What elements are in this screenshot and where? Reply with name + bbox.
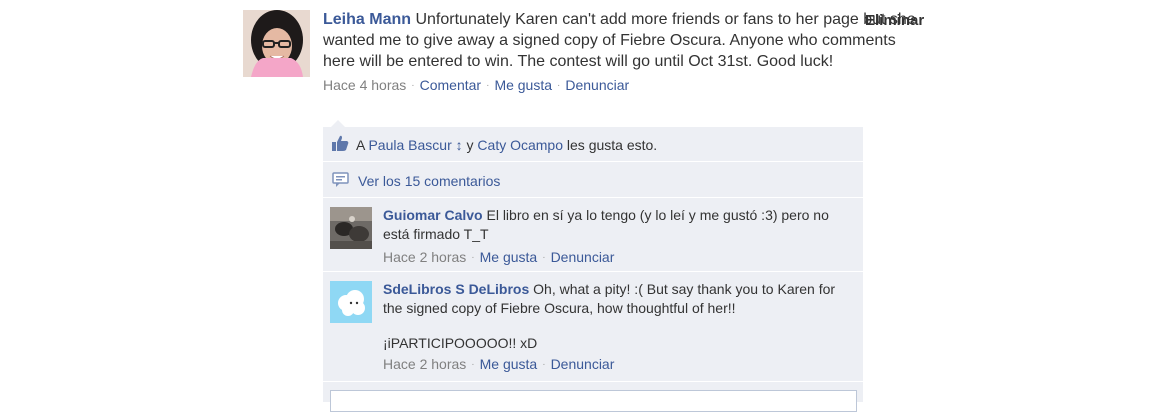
comment-text-extra: ¡iPARTICIPOOOOO!! xD xyxy=(383,335,538,351)
profile-photo xyxy=(243,10,310,77)
comment-like-link[interactable]: Me gusta xyxy=(480,249,538,265)
likes-summary: A Paula Bascur ↕ y Caty Ocampo les gusta… xyxy=(323,127,863,162)
liker-link[interactable]: Caty Ocampo xyxy=(477,137,563,153)
story-author-link[interactable]: Leiha Mann xyxy=(323,11,411,28)
view-all-comments-link[interactable]: Ver los 15 comentarios xyxy=(358,172,500,190)
commenter-name-link[interactable]: SdeLibros S DeLibros xyxy=(383,281,529,297)
add-comment-row xyxy=(323,382,863,412)
commenter-avatar[interactable] xyxy=(330,207,372,249)
likes-prefix: A xyxy=(356,137,365,153)
separator-dot: · xyxy=(557,80,561,91)
commenter-avatar[interactable] xyxy=(330,281,372,323)
separator-dot: · xyxy=(542,252,546,263)
comment-footer: Hace 2 horas · Me gusta · Denunciar xyxy=(383,355,843,376)
avatar[interactable] xyxy=(243,10,310,77)
story-message: Leiha Mann Unfortunately Karen can't add… xyxy=(323,8,923,72)
comment-timestamp[interactable]: Hace 2 horas xyxy=(383,356,466,372)
comment-like-link[interactable]: Me gusta xyxy=(480,356,538,372)
comment-item: SdeLibros S DeLibros Oh, what a pity! :(… xyxy=(323,272,863,382)
separator-dot: · xyxy=(471,359,475,370)
comment-report-link[interactable]: Denunciar xyxy=(551,249,615,265)
like-link[interactable]: Me gusta xyxy=(494,77,552,93)
likes-suffix: les gusta esto. xyxy=(566,137,658,153)
comment-report-link[interactable]: Denunciar xyxy=(551,356,615,372)
commenter-photo xyxy=(330,281,372,323)
comment-footer: Hace 2 horas · Me gusta · Denunciar xyxy=(383,248,843,269)
separator-dot: · xyxy=(471,252,475,263)
comment-body: Guiomar Calvo El libro en sí ya lo tengo… xyxy=(383,206,843,269)
likes-sentence: A Paula Bascur ↕ y Caty Ocampo les gusta… xyxy=(356,136,657,154)
thumbs-up-icon xyxy=(331,135,349,156)
separator-dot: · xyxy=(411,80,415,91)
comment-link[interactable]: Comentar xyxy=(420,77,481,93)
comment-input[interactable] xyxy=(330,390,857,412)
comment-timestamp[interactable]: Hace 2 horas xyxy=(383,249,466,265)
view-all-comments-row[interactable]: Ver los 15 comentarios xyxy=(323,162,863,198)
liker-link[interactable]: Paula Bascur xyxy=(368,137,451,153)
story-footer: Hace 4 horas · Comentar · Me gusta · Denunciar xyxy=(323,76,923,97)
commenter-photo xyxy=(330,207,372,249)
likes-conjunction: y xyxy=(466,137,474,153)
liker-mark: ↕ xyxy=(455,137,463,153)
report-link[interactable]: Denunciar xyxy=(565,77,629,93)
comment-body: SdeLibros S DeLibros Oh, what a pity! :(… xyxy=(383,280,843,376)
delete-button[interactable]: Eliminar xyxy=(865,12,924,29)
story-timestamp[interactable]: Hace 4 horas xyxy=(323,77,406,93)
story-body: Leiha Mann Unfortunately Karen can't add… xyxy=(323,8,923,97)
speech-bubble-icon xyxy=(332,172,350,192)
feedback-section: A Paula Bascur ↕ y Caty Ocampo les gusta… xyxy=(323,120,863,412)
separator-dot: · xyxy=(542,359,546,370)
story-text: Unfortunately Karen can't add more frien… xyxy=(323,11,916,70)
comment-item: Guiomar Calvo El libro en sí ya lo tengo… xyxy=(323,198,863,272)
separator-dot: · xyxy=(486,80,490,91)
caret-pointer xyxy=(331,120,345,127)
commenter-name-link[interactable]: Guiomar Calvo xyxy=(383,207,483,223)
